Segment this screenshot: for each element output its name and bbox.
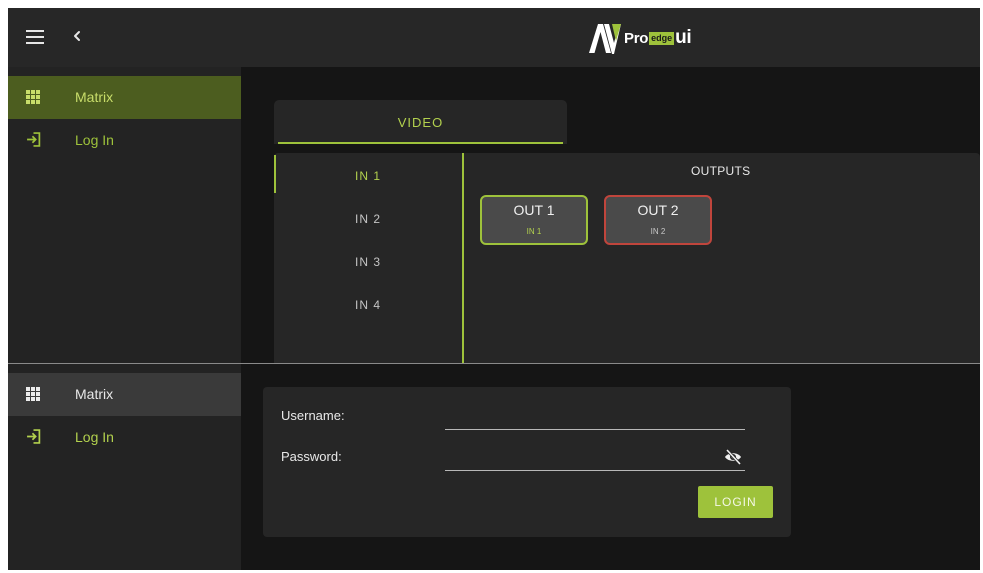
- output-source: IN 1: [526, 227, 542, 236]
- logo-ui-text: ui: [675, 27, 692, 48]
- app-frame: Pro edge ui Matrix Log In VIDEO IN 1 IN …: [8, 8, 980, 570]
- av-logo-mark: [589, 24, 621, 54]
- tab-video[interactable]: VIDEO: [274, 100, 567, 144]
- login-icon: [27, 429, 41, 444]
- hamburger-menu-icon[interactable]: [26, 30, 44, 44]
- top-bar: Pro edge ui: [8, 8, 980, 67]
- matrix-panel: IN 1 IN 2 IN 3 IN 4 OUTPUTS OUT 1 IN 1 O…: [274, 153, 980, 363]
- sidebar-item-login[interactable]: Log In: [8, 119, 241, 162]
- sidebar-item-login[interactable]: Log In: [8, 416, 241, 459]
- brand-logo: Pro edge ui: [588, 20, 692, 56]
- input-item-in2[interactable]: IN 2: [274, 212, 462, 226]
- password-label: Password:: [281, 449, 342, 464]
- output-button-out1[interactable]: OUT 1 IN 1: [480, 195, 588, 245]
- username-input[interactable]: [445, 407, 745, 430]
- eye-off-icon[interactable]: [724, 449, 742, 465]
- username-label: Username:: [281, 408, 345, 423]
- output-button-out2[interactable]: OUT 2 IN 2: [604, 195, 712, 245]
- outputs-title: OUTPUTS: [691, 164, 751, 178]
- sidebar-item-label: Matrix: [75, 89, 114, 105]
- login-icon: [27, 132, 41, 147]
- sidebar-item-label: Matrix: [75, 386, 114, 402]
- sidebar-item-label: Log In: [75, 132, 114, 148]
- output-source: IN 2: [650, 227, 666, 236]
- input-item-in1[interactable]: IN 1: [274, 169, 462, 183]
- sidebar-item-label: Log In: [75, 429, 114, 445]
- input-item-in4[interactable]: IN 4: [274, 298, 462, 312]
- sidebar-top: Matrix Log In: [8, 67, 241, 363]
- sidebar-item-matrix[interactable]: Matrix: [8, 76, 241, 119]
- login-button[interactable]: LOGIN: [698, 486, 773, 518]
- sidebar-item-matrix[interactable]: Matrix: [8, 373, 241, 416]
- password-input[interactable]: [445, 448, 745, 471]
- logo-edge-badge: edge: [649, 31, 675, 45]
- logo-pro-text: Pro: [624, 29, 649, 47]
- inputs-column-divider: [462, 153, 464, 363]
- output-label: OUT 2: [637, 202, 679, 218]
- chevron-left-icon[interactable]: [70, 26, 84, 46]
- grid-icon: [26, 387, 40, 401]
- login-panel: Username: Password: LOGIN: [263, 387, 791, 537]
- input-item-in3[interactable]: IN 3: [274, 255, 462, 269]
- grid-icon: [26, 90, 40, 104]
- sidebar-bottom: Matrix Log In: [8, 364, 241, 570]
- tab-video-label: VIDEO: [397, 115, 444, 130]
- output-label: OUT 1: [513, 202, 555, 218]
- tab-underline: [278, 142, 563, 144]
